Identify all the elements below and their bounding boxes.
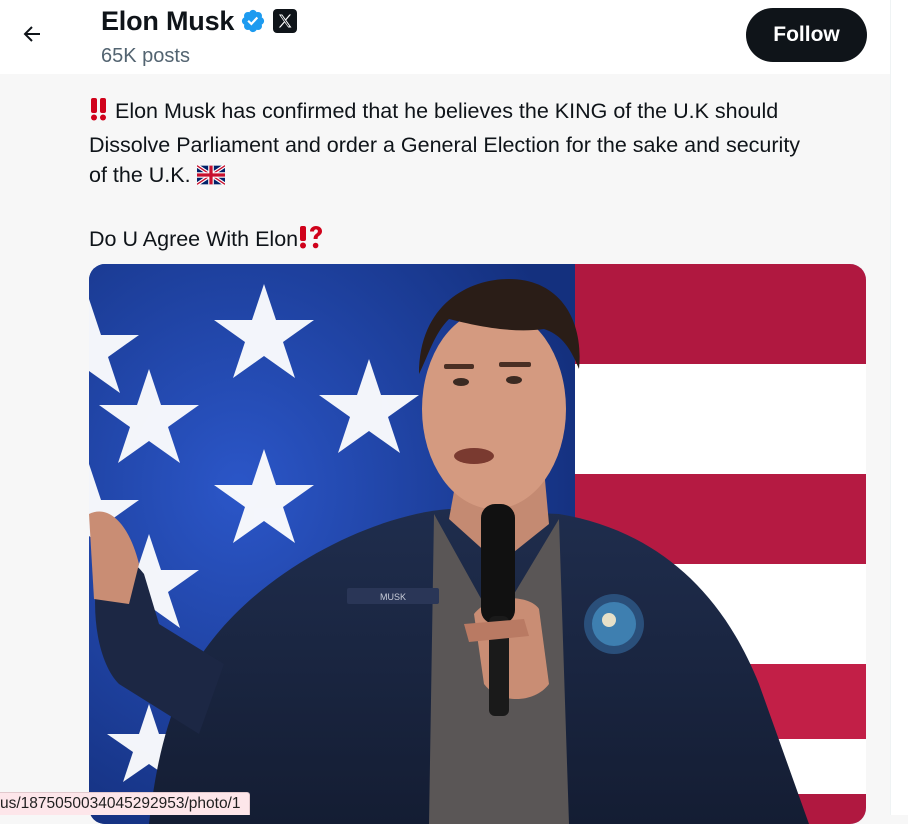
- double-exclamation-icon: [89, 97, 109, 130]
- post-question: Do U Agree With Elon: [89, 224, 879, 258]
- name-row: Elon Musk: [101, 4, 298, 38]
- status-bar-url: us/1875050034045292953/photo/1: [0, 792, 250, 815]
- profile-header: Elon Musk 65K posts Follow: [0, 0, 890, 74]
- post-question-text: Do U Agree With Elon: [89, 226, 299, 251]
- post-text: Elon Musk has confirmed that he believes…: [89, 96, 879, 257]
- back-arrow-icon: [23, 26, 40, 42]
- post-count: 65K posts: [101, 45, 190, 67]
- right-edge: [890, 0, 908, 815]
- exclamation-question-icon: [298, 225, 324, 258]
- display-name[interactable]: Elon Musk: [101, 4, 234, 38]
- post-line-3-text: of the U.K.: [89, 163, 191, 187]
- photo-illustration: MUSK: [89, 264, 866, 824]
- post-line-1-text: Elon Musk has confirmed that he believes…: [114, 99, 779, 123]
- x-logo-badge-icon[interactable]: [272, 8, 298, 34]
- name-tag-text: MUSK: [380, 592, 406, 602]
- follow-button[interactable]: Follow: [746, 8, 867, 62]
- post-line-2: Dissolve Parliament and order a General …: [89, 132, 801, 157]
- post-line-1: Elon Musk has confirmed that he believes…: [89, 96, 879, 130]
- verified-badge-icon[interactable]: [240, 8, 266, 34]
- post-photo[interactable]: MUSK: [89, 264, 866, 824]
- post-line-3: of the U.K.: [89, 160, 879, 194]
- back-button[interactable]: [14, 16, 50, 52]
- uk-flag-icon: [195, 163, 226, 194]
